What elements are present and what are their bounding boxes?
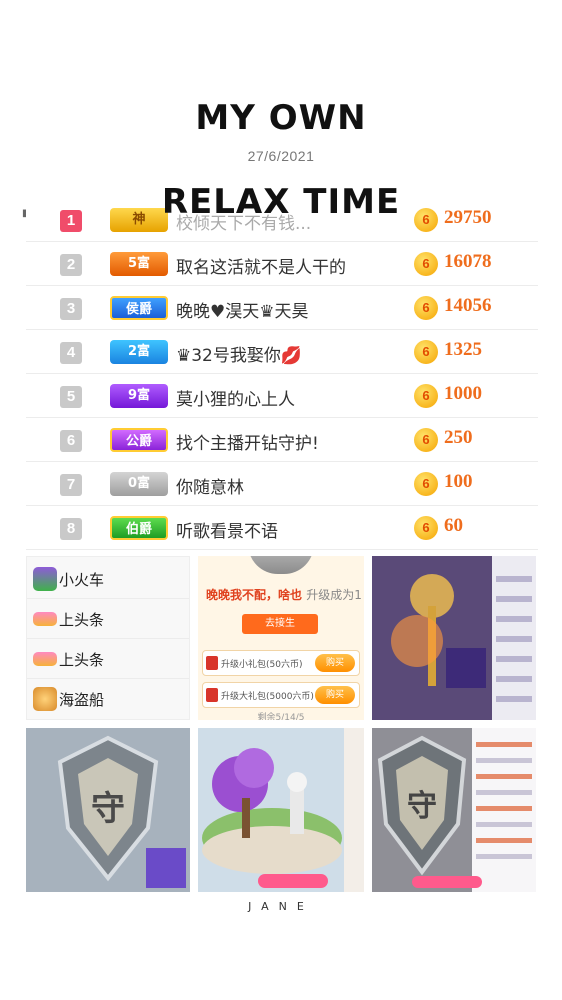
score-value: 1325 (444, 339, 482, 360)
rank-number: 2 (60, 254, 82, 276)
leaderboard-row[interactable]: 6 公爵 找个主播开钻守护! 6 250 (26, 418, 538, 462)
train-icon (33, 567, 57, 591)
gift-menu-item[interactable]: 上头条 (27, 639, 189, 679)
coin-icon: 6 (414, 252, 438, 276)
score-value: 100 (444, 471, 473, 492)
user-name: 你随意林 (176, 478, 244, 498)
leaderboard-row[interactable]: 7 0富 你随意林 6 100 (26, 462, 538, 506)
level-badge: 0富 (110, 472, 168, 496)
headline-icon (33, 612, 57, 626)
garden-gift-screenshot (198, 728, 364, 892)
leaderboard-row[interactable]: 4 2富 ♛32号我娶你💋 6 1325 (26, 330, 538, 374)
scepter-effect-icon (372, 556, 536, 720)
score-value: 1000 (444, 383, 482, 404)
guard-footer: 剩余5/14/5 (257, 713, 305, 720)
user-name: 莫小狸的心上人 (176, 390, 295, 410)
user-name: 听歌看景不语 (176, 522, 278, 542)
leaderboard-panel: 1 神 校倾天下不有钱... 6 29750 2 5富 取名这活就不是人干的 6… (26, 198, 538, 550)
svg-text:守: 守 (407, 789, 437, 824)
guard-chat-screenshot: 守 (372, 728, 536, 892)
gift-menu-label: 上头条 (59, 611, 105, 629)
gift-menu-label: 小火车 (59, 571, 105, 589)
livestream-gift-screenshot (372, 556, 536, 720)
guard-upgrade-screenshot: 晚晚我不配，啥也 升级成为1 去接生 升级小礼包(50六币) 购买 升级大礼包(… (198, 556, 364, 720)
page-date: 27/6/2021 (247, 148, 315, 164)
signature: JANE (248, 900, 314, 913)
buy-button[interactable]: 购买 (315, 654, 355, 672)
level-badge: 公爵 (110, 428, 168, 452)
guard-shield-icon: 守 (26, 728, 190, 892)
coin-icon: 6 (414, 296, 438, 320)
page-subtitle: RELAX TIME (161, 182, 401, 222)
svg-text:守: 守 (91, 789, 125, 829)
level-badge: 5富 (110, 252, 168, 276)
rank-number: 6 (60, 430, 82, 452)
user-name: ♛32号我娶你💋 (176, 346, 303, 366)
gift-menu-item[interactable]: 海盗船 (27, 679, 189, 719)
score-value: 14056 (444, 295, 492, 316)
guard-upgrade-text: 升级成为1 (306, 588, 362, 602)
coin-icon: 6 (414, 428, 438, 452)
upgrade-label: 升级小礼包(50六币) (221, 660, 303, 670)
level-badge: 伯爵 (110, 516, 168, 540)
leaderboard-row[interactable]: 8 伯爵 听歌看景不语 6 60 (26, 506, 538, 550)
level-badge: 9富 (110, 384, 168, 408)
guard-headline-text: 晚晚我不配，啥也 (206, 588, 303, 602)
coin-icon: 6 (414, 384, 438, 408)
page-title: MY OWN (195, 98, 367, 138)
coin-icon: 6 (414, 516, 438, 540)
rank-number: 7 (60, 474, 82, 496)
guard-headline: 晚晚我不配，啥也 升级成为1 (206, 586, 362, 603)
level-badge: 2富 (110, 340, 168, 364)
garden-island-icon (198, 728, 364, 892)
coin-icon: 6 (414, 340, 438, 364)
headline-icon (33, 652, 57, 666)
buy-button[interactable]: 购买 (315, 686, 355, 704)
rank-number: 5 (60, 386, 82, 408)
rank-number: 3 (60, 298, 82, 320)
upgrade-label: 升级大礼包(5000六币) (221, 692, 314, 702)
upgrade-option[interactable]: 升级小礼包(50六币) 购买 (202, 650, 360, 676)
gift-menu-item[interactable]: 小火车 (27, 559, 189, 599)
level-badge: 侯爵 (110, 296, 168, 320)
score-value: 60 (444, 515, 463, 536)
gift-bag-icon (206, 656, 218, 670)
leaderboard-row[interactable]: 5 9富 莫小狸的心上人 6 1000 (26, 374, 538, 418)
score-value: 250 (444, 427, 473, 448)
rank-number: 8 (60, 518, 82, 540)
coin-icon: 6 (414, 472, 438, 496)
gift-bag-icon (206, 688, 218, 702)
gift-menu-label: 海盗船 (59, 691, 105, 709)
gift-menu-item[interactable]: 上头条 (27, 599, 189, 639)
user-name: 取名这活就不是人干的 (176, 258, 346, 278)
upgrade-option[interactable]: 升级大礼包(5000六币) 购买 (202, 682, 360, 708)
user-name: 晚晚♥淏天♛天昊 (176, 302, 309, 322)
pirate-ship-icon (33, 687, 57, 711)
user-name: 找个主播开钻守护! (176, 434, 319, 454)
guard-button[interactable]: 去接生 (242, 614, 318, 634)
gift-menu-screenshot: 小火车 上头条 上头条 海盗船 (26, 556, 190, 720)
gift-menu-label: 上头条 (59, 651, 105, 669)
score-value: 16078 (444, 251, 492, 272)
guard-shield-screenshot: 守 (26, 728, 190, 892)
leaderboard-row[interactable]: 2 5富 取名这活就不是人干的 6 16078 (26, 242, 538, 286)
rank-number: 4 (60, 342, 82, 364)
leaderboard-row[interactable]: 3 侯爵 晚晚♥淏天♛天昊 6 14056 (26, 286, 538, 330)
guard-shield-icon: 守 (372, 728, 536, 892)
shield-icon (248, 556, 314, 574)
